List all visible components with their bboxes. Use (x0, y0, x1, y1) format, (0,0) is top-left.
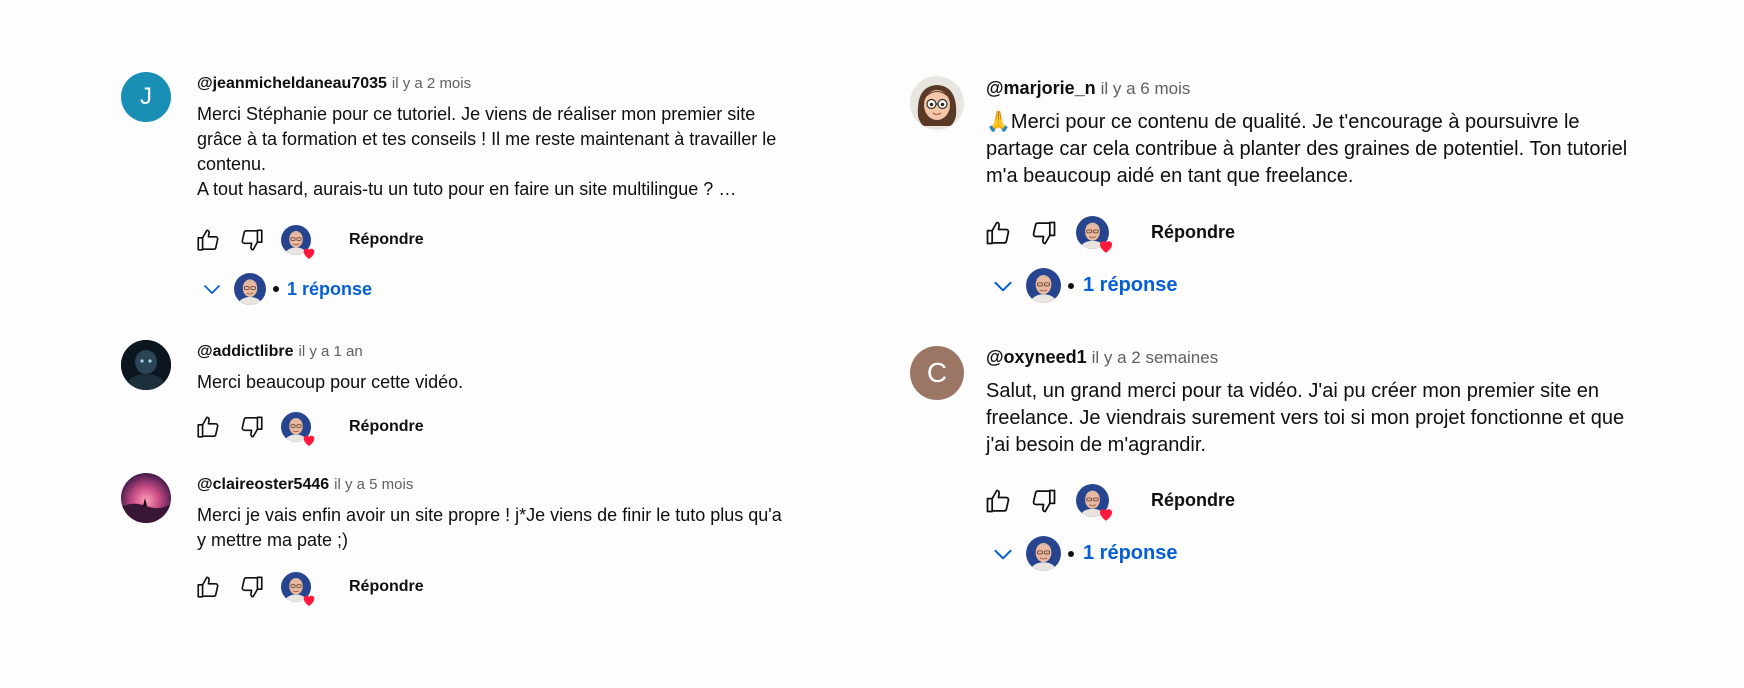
comment-actions: Répondre (984, 484, 1235, 517)
comment-text-line: m'a beaucoup aidé en tant que freelance. (986, 165, 1354, 187)
comment-author[interactable]: @marjorie_n (986, 78, 1096, 98)
thumbs-down-icon (1030, 487, 1058, 515)
thumbs-up-icon (984, 487, 1012, 515)
chevron-down-icon (990, 541, 1016, 567)
chevron-down-icon (990, 273, 1016, 299)
comment-text: Salut, un grand merci pour ta vidéo. J'a… (986, 378, 1624, 459)
like-button[interactable] (984, 487, 1012, 515)
avatar-image (910, 76, 964, 130)
reply-button[interactable]: Répondre (1151, 490, 1235, 511)
comment-text-line: Salut, un grand merci pour ta vidéo. J'a… (986, 380, 1600, 402)
comment-header: @oxyneed1 il y a 2 semaines (986, 347, 1218, 368)
creator-avatar-icon (1026, 268, 1061, 303)
avatar[interactable]: C (910, 346, 964, 400)
replies-count: 1 réponse (1083, 542, 1178, 564)
comment-text: 🙏Merci pour ce contenu de qualité. Je t'… (986, 109, 1627, 190)
separator-dot (1068, 282, 1074, 289)
comment-timestamp[interactable]: il y a 2 semaines (1092, 348, 1219, 367)
comment-author[interactable]: @oxyneed1 (986, 347, 1087, 367)
thumbs-up-icon (984, 219, 1012, 247)
comment-text-line: freelance. Je viendrais surement vers to… (986, 407, 1625, 429)
creator-heart-badge[interactable] (1076, 216, 1109, 249)
like-button[interactable] (984, 219, 1012, 247)
right-comment-viewport: @marjorie_n il y a 6 mois 🙏Merci pour ce … (0, 0, 1659, 688)
comment-timestamp[interactable]: il y a 6 mois (1101, 79, 1191, 98)
view-replies-button[interactable]: 1 réponse (990, 536, 1177, 571)
comment-text-line: j'ai besoin de m'agrandir. (986, 434, 1206, 456)
view-replies-button[interactable]: 1 réponse (990, 268, 1177, 303)
creator-avatar-icon (1026, 536, 1061, 571)
dislike-button[interactable] (1030, 487, 1058, 515)
replies-count: 1 réponse (1083, 274, 1178, 296)
creator-heart-badge[interactable] (1076, 484, 1109, 517)
separator-dot (1068, 550, 1074, 557)
thumbs-down-icon (1030, 219, 1058, 247)
comment-text-line: 🙏Merci pour ce contenu de qualité. Je t'… (986, 111, 1580, 133)
comment-actions: Répondre (984, 216, 1235, 249)
avatar[interactable] (910, 76, 964, 130)
dislike-button[interactable] (1030, 219, 1058, 247)
comment-text-line: partage car cela contribue à planter des… (986, 138, 1628, 160)
heart-icon (1097, 505, 1115, 523)
heart-icon (1097, 237, 1115, 255)
comment-header: @marjorie_n il y a 6 mois (986, 78, 1190, 99)
reply-button[interactable]: Répondre (1151, 222, 1235, 243)
